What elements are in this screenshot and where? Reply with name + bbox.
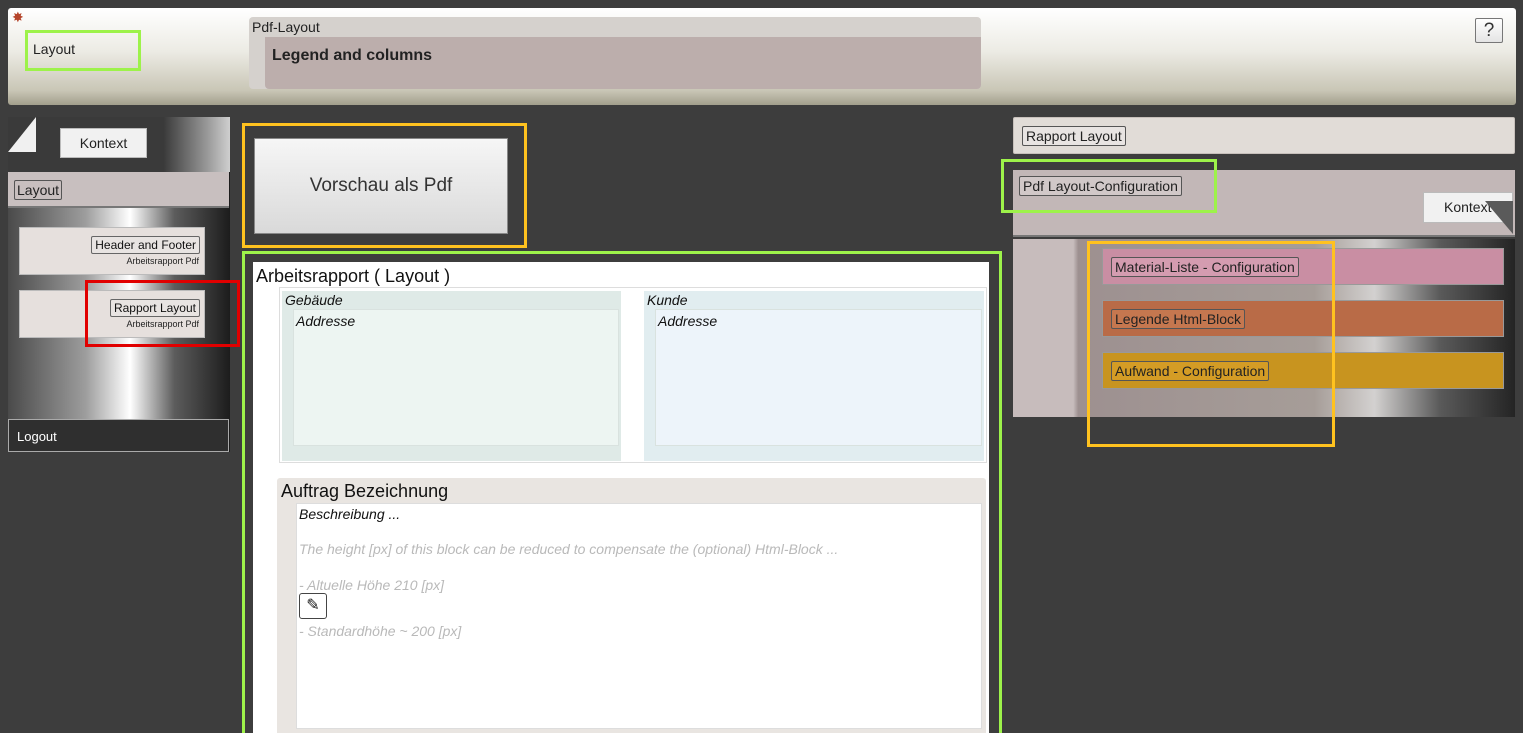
header-footer-button[interactable]: Header and Footer <box>91 236 200 254</box>
default-height: - Standardhöhe ~ 200 [px] <box>299 623 462 639</box>
list-highlight-frame <box>1087 241 1335 447</box>
app-logo-icon: ✸ <box>12 9 24 25</box>
address-box <box>293 309 619 446</box>
sidebar-item-header-footer[interactable]: Header and Footer Arbeitsrapport Pdf <box>19 227 205 275</box>
description-text: Beschreibung ... <box>299 506 401 522</box>
sidebar-item-sub: Arbeitsrapport Pdf <box>126 256 199 266</box>
logout-button[interactable]: Logout <box>8 419 229 452</box>
kontext-button[interactable]: Kontext <box>60 128 147 158</box>
address-box <box>655 309 982 446</box>
highlight-frame-red <box>85 280 240 347</box>
block-title: Gebäude <box>285 292 343 308</box>
help-button[interactable]: ? <box>1475 18 1503 43</box>
pdf-layout-config-button[interactable]: Pdf Layout-Configuration <box>1019 176 1182 196</box>
section-label: Pdf-Layout <box>252 19 320 35</box>
document-title: Arbeitsrapport ( Layout ) <box>256 266 451 286</box>
page-title: Legend and columns <box>265 37 981 89</box>
sidebar-layout-button[interactable]: Layout <box>14 180 63 200</box>
auftrag-title: Auftrag Bezeichnung <box>281 481 449 501</box>
corner-fold-icon[interactable] <box>1485 201 1513 234</box>
address-label: Addresse <box>296 313 356 329</box>
current-height: - Altuelle Höhe 210 [px] <box>299 577 445 593</box>
block-title: Kunde <box>647 292 688 308</box>
sidebar-layout-bar: Layout <box>8 172 229 208</box>
preview-pdf-button[interactable]: Vorschau als Pdf <box>254 138 508 234</box>
pencil-icon[interactable]: ✎ <box>299 593 327 619</box>
block-kunde[interactable]: Kunde Addresse <box>644 291 984 461</box>
header-layout-label[interactable]: Layout <box>25 30 141 71</box>
height-hint: The height [px] of this block can be red… <box>299 541 839 557</box>
corner-fold-icon[interactable] <box>8 117 36 152</box>
block-gebaeude[interactable]: Gebäude Addresse <box>282 291 621 461</box>
rapport-layout-button[interactable]: Rapport Layout <box>1022 126 1126 146</box>
pdf-layout-section: Pdf-Layout Legend and columns <box>249 17 981 89</box>
auftrag-content <box>296 503 982 729</box>
address-label: Addresse <box>658 313 718 329</box>
